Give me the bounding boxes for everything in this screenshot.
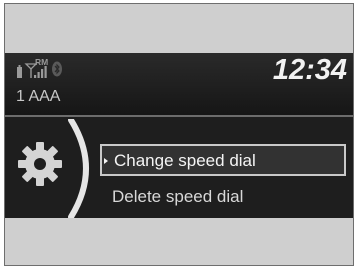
menu-item-change-speed-dial[interactable]: Change speed dial — [100, 144, 346, 176]
roaming-indicator: RM — [35, 58, 48, 67]
divider — [5, 115, 353, 117]
phone-label: 1 AAA — [16, 88, 61, 105]
status-icons: RM — [17, 58, 62, 78]
phone-battery-icon — [17, 65, 22, 78]
dial-arc — [68, 119, 89, 218]
status-bar: RM 12:34 1 AAA — [5, 53, 353, 115]
gear-icon — [18, 142, 62, 186]
menu-item-delete-speed-dial[interactable]: Delete speed dial — [100, 182, 346, 214]
clock: 12:34 — [272, 54, 347, 86]
audio-display-screen: RM 12:34 1 AAA Change speed dial Delete … — [5, 53, 353, 218]
selection-pointer-icon — [104, 158, 108, 164]
bluetooth-icon — [52, 61, 62, 77]
menu-item-label: Delete speed dial — [112, 187, 244, 206]
menu-item-label: Change speed dial — [114, 151, 256, 170]
